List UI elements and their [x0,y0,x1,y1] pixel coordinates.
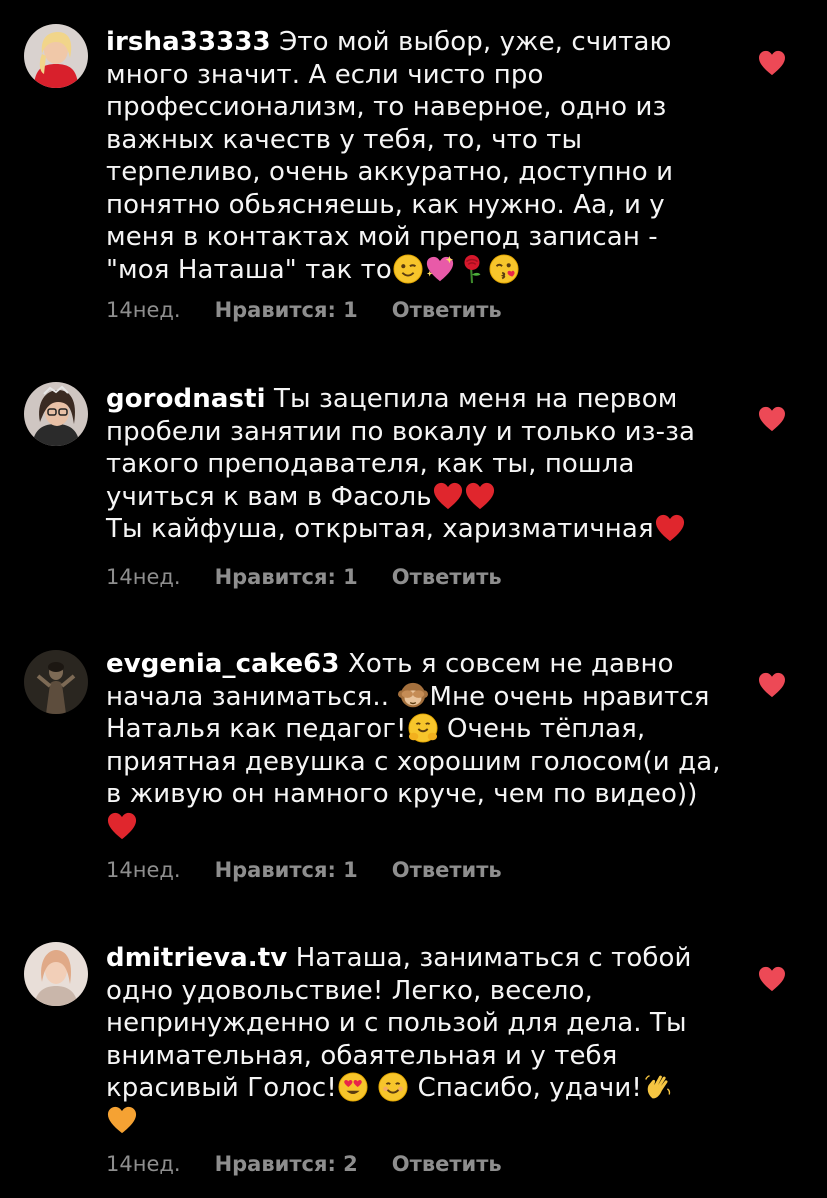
red-heart-emoji [655,513,685,543]
heart-icon[interactable] [758,672,786,698]
comment-text: dmitrieva.tv Наташа, заниматься с тобой … [106,942,736,1137]
comment-line: важных качеств у тебя, то, что ты [106,124,583,155]
wink-emoji [393,254,423,284]
comment-username[interactable]: irsha33333 [106,27,271,57]
comment-meta: 14нед. Нравится: 1 Ответить [106,298,502,322]
comment-time: 14нед. [106,1152,181,1176]
comment-line: меня в контактах мой препод записан - [106,222,658,252]
orange-heart-emoji [107,1105,137,1135]
comment-line: Ты зацепила меня на первом [274,384,678,414]
comment-line: такого преподавателя, как ты, пошла [106,449,635,479]
sparkling-heart-emoji [426,255,454,281]
comment-line: начала заниматься.. [106,681,390,712]
comment-line: "моя Наташа" так то [106,254,392,285]
smiling-face-emoji [378,1072,408,1102]
heart-icon[interactable] [758,966,786,992]
comment-time: 14нед. [106,858,181,882]
likes-count[interactable]: Нравится: 1 [215,565,358,589]
comment-line: терпеливо, очень аккуратно, доступно и [106,157,674,187]
comment-line: Ты кайфуша, открытая, харизматичная [106,514,654,544]
heart-icon[interactable] [758,50,786,76]
comment-line: непринужденно и с пользой для дела. Ты [106,1008,687,1038]
reply-button[interactable]: Ответить [392,1152,502,1176]
likes-count[interactable]: Нравится: 2 [215,1152,358,1176]
comment-line: Очень тёплая, [446,714,646,744]
comment-line: Наталья как педагог! [106,714,407,744]
likes-count[interactable]: Нравится: 1 [215,298,358,322]
comment-line: Наташа, заниматься с тобой [295,943,692,973]
comment-line: учиться к вам в Фасоль [106,481,432,512]
comment-time: 14нед. [106,298,181,322]
comment-line: профессионализм, то наверное, одно из [106,92,667,122]
avatar[interactable] [24,650,88,714]
comment-line: понятно обьясняешь, как нужно. Аа, и у [106,189,665,220]
avatar[interactable] [24,382,88,446]
waving-hand-emoji [644,1075,671,1099]
reply-button[interactable]: Ответить [392,565,502,589]
comment-line: Мне очень нравится [429,681,710,712]
heart-eyes-emoji [338,1072,368,1102]
comment-time: 14нед. [106,565,181,589]
red-heart-emoji [107,811,137,841]
reply-button[interactable]: Ответить [392,858,502,882]
kiss-face-emoji [489,254,519,284]
comment-line: Это мой выбор, уже, считаю [279,27,672,57]
reply-button[interactable]: Ответить [392,298,502,322]
comment-username[interactable]: gorodnasti [106,384,266,414]
comment-meta: 14нед. Нравится: 1 Ответить [106,565,502,589]
comment-text: evgenia_cake63 Хоть я совсем не давно на… [106,648,736,843]
comment-line: много значит. А если чисто про [106,59,544,90]
comment-username[interactable]: evgenia_cake63 [106,649,340,679]
avatar[interactable] [24,942,88,1006]
comment-text: gorodnasti Ты зацепила меня на первом пр… [106,383,736,546]
likes-count[interactable]: Нравится: 1 [215,858,358,882]
comment-line: одно удовольствие! Легко, весело, [106,975,593,1006]
hugging-face-emoji [408,713,438,743]
comment-line: внимательная, обаятельная и у тебя [106,1040,618,1071]
comment-line: красивый Голос! [106,1073,337,1103]
rose-emoji [464,254,481,283]
heart-icon[interactable] [758,406,786,432]
comment-text: irsha33333 Это мой выбор, уже, считаю мн… [106,26,736,286]
comment-line: Спасибо, удачи! [417,1073,642,1103]
comment-line: пробели занятии по вокалу и только из-за [106,416,696,447]
comment-line: приятная девушка с хорошим голосом(и да, [106,746,721,777]
red-heart-emoji [465,481,495,511]
avatar[interactable] [24,24,88,88]
red-heart-emoji [433,481,463,511]
see-no-evil-monkey-emoji [398,682,429,707]
comment-line: в живую он намного круче, чем по видео)) [106,779,698,809]
comment-username[interactable]: dmitrieva.tv [106,943,287,973]
comment-line: Хоть я совсем не давно [347,649,674,679]
comment-meta: 14нед. Нравится: 1 Ответить [106,858,502,882]
comment-meta: 14нед. Нравится: 2 Ответить [106,1152,502,1176]
